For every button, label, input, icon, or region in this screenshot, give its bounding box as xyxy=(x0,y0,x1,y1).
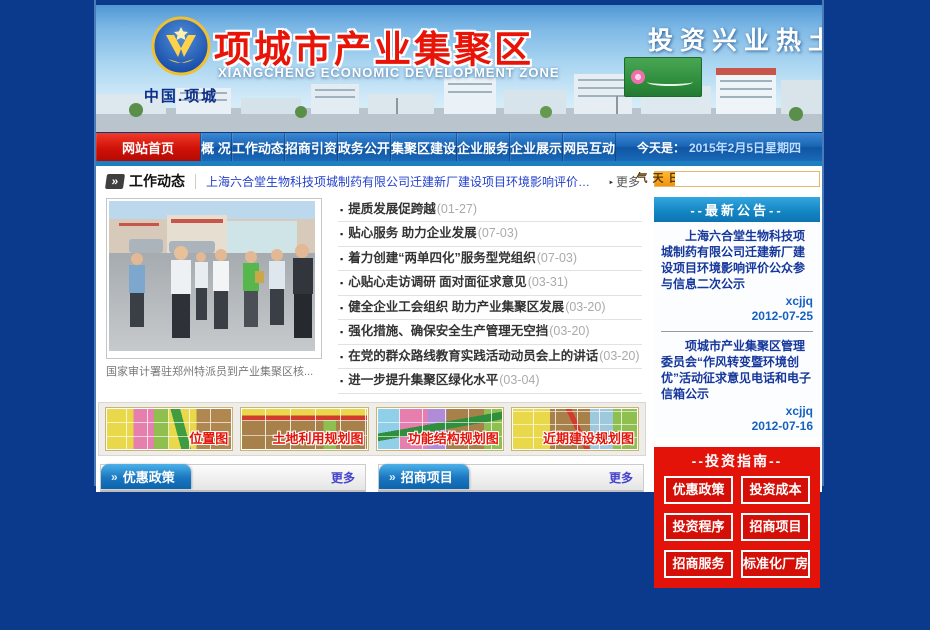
nav-item-investment[interactable]: 招商引资 xyxy=(284,133,337,161)
weather-title: 今日天气 xyxy=(655,172,675,186)
work-news-body: 国家审计署驻郑州特派员到产业集聚区核... ▪提质发展促跨越(01-27) ▪贴… xyxy=(98,192,646,394)
news-list-item[interactable]: ▪进一步提升集聚区绿化水平(03-04) xyxy=(338,369,642,394)
announcement-meta: xcjjq 2012-07-25 xyxy=(661,294,813,324)
announcement-link[interactable]: 项城市产业集聚区管理委员会“作风转变暨环境创优”活动征求意见电话和电子信箱公示 xyxy=(661,338,813,402)
news-photo-column: 国家审计署驻郑州特派员到产业集聚区核... xyxy=(106,198,328,394)
map-recent-construction[interactable]: 近期建设规划图 xyxy=(511,407,639,451)
tab-preferential-policy[interactable]: »优惠政策 xyxy=(101,464,191,489)
news-list-item[interactable]: ▪在党的群众路线教育实践活动动员会上的讲话(03-20) xyxy=(338,345,642,370)
button-investment-procedure[interactable]: 投资程序 xyxy=(664,513,733,541)
logo-caption: 中国.项城 xyxy=(116,85,246,106)
map-land-use[interactable]: 土地利用规划图 xyxy=(240,407,368,451)
news-list-item[interactable]: ▪提质发展促跨越(01-27) xyxy=(338,198,642,223)
weather-content xyxy=(675,172,819,186)
announcements-body: 上海六合堂生物科技项城制药有限公司迁建新厂建设项目环境影响评价公众参与信息二次公… xyxy=(654,222,820,438)
square-bullet-icon: ▪ xyxy=(340,229,343,239)
announcement-date: 2012-07-16 xyxy=(661,419,813,434)
announcement-author: xcjjq xyxy=(661,294,813,309)
banner-slogan: 投资兴业热土 xyxy=(648,21,822,57)
double-chevron-icon: » xyxy=(105,174,125,189)
officials-visit-photo xyxy=(109,201,315,351)
square-bullet-icon: ▪ xyxy=(340,278,343,288)
news-list-item[interactable]: ▪心贴心走访调研 面对面征求意见(03-31) xyxy=(338,271,642,296)
work-news-section-header: » 工作动态 上海六合堂生物科技项城制药有限公司迁建新厂建设项目环境影响评价公众… xyxy=(98,169,646,192)
divider xyxy=(195,174,196,189)
investment-guide-buttons: 优惠政策 投资成本 投资程序 招商项目 招商服务 标准化厂房 xyxy=(654,474,820,578)
current-date: 今天是： 2015年2月5日星期四 xyxy=(615,133,822,161)
button-standard-factory[interactable]: 标准化厂房 xyxy=(741,550,810,578)
button-investment-cost[interactable]: 投资成本 xyxy=(741,476,810,504)
news-list: ▪提质发展促跨越(01-27) ▪贴心服务 助力企业发展(07-03) ▪着力创… xyxy=(338,198,642,394)
announcement-date: 2012-07-25 xyxy=(661,309,813,324)
nav-item-overview[interactable]: 概 况 xyxy=(200,133,231,161)
divider xyxy=(661,331,813,332)
date-label: 今天是： xyxy=(637,139,685,156)
investment-projects-panel: »招商项目 更多 xyxy=(378,464,644,492)
news-list-item[interactable]: ▪着力创建“两单四化”服务型党组织(07-03) xyxy=(338,247,642,272)
lotus-flower-icon xyxy=(631,70,645,84)
news-list-item[interactable]: ▪贴心服务 助力企业发展(07-03) xyxy=(338,222,642,247)
announcement-author: xcjjq xyxy=(661,404,813,419)
news-list-item[interactable]: ▪强化措施、确保安全生产管理无空挡(03-20) xyxy=(338,320,642,345)
square-bullet-icon: ▪ xyxy=(340,352,343,362)
planning-maps-row: 位置图 土地利用规划图 功能结构规划图 近期建设规划图 xyxy=(98,402,646,456)
panel-header-bar: »招商项目 更多 xyxy=(378,464,644,492)
weather-widget: 今日天气 xyxy=(654,171,820,187)
chevron-right-icon: » xyxy=(111,470,118,484)
right-sidebar: 今日天气 --最新公告-- 上海六合堂生物科技项城制药有限公司迁建新厂建设项目环… xyxy=(654,169,820,492)
map-label: 位置图 xyxy=(189,428,228,447)
date-value: 2015年2月5日星期四 xyxy=(689,139,801,156)
bullet-arrow-icon: ‣ xyxy=(608,178,614,189)
announcements-header[interactable]: --最新公告-- xyxy=(654,197,820,222)
map-label: 近期建设规划图 xyxy=(543,428,634,447)
preferential-policy-panel: »优惠政策 更多 xyxy=(100,464,366,492)
square-bullet-icon: ▪ xyxy=(340,327,343,337)
announcement-meta: xcjjq 2012-07-16 xyxy=(661,404,813,434)
zone-logo-icon xyxy=(150,15,212,77)
news-photo[interactable] xyxy=(106,198,322,359)
square-bullet-icon: ▪ xyxy=(340,376,343,386)
bottom-panels-row: »优惠政策 更多 »招商项目 更多 xyxy=(98,464,646,492)
billboard-decoration xyxy=(647,78,693,86)
panel-header-bar: »优惠政策 更多 xyxy=(100,464,366,492)
nav-item-zone-construction[interactable]: 集聚区建设 xyxy=(390,133,456,161)
work-news-title: 工作动态 xyxy=(129,171,185,191)
investment-projects-more-link[interactable]: 更多 xyxy=(609,469,633,486)
main-navigation: 网站首页 概 况 工作动态 招商引资 政务公开 集聚区建设 企业服务 企业展示 … xyxy=(96,132,822,161)
map-label: 功能结构规划图 xyxy=(408,428,499,447)
main-content: » 工作动态 上海六合堂生物科技项城制药有限公司迁建新厂建设项目环境影响评价公众… xyxy=(96,166,822,492)
square-bullet-icon: ▪ xyxy=(340,303,343,313)
map-location[interactable]: 位置图 xyxy=(105,407,233,451)
investment-guide-panel: --投资指南-- 优惠政策 投资成本 投资程序 招商项目 招商服务 标准化厂房 xyxy=(654,447,820,588)
preferential-policy-more-link[interactable]: 更多 xyxy=(331,469,355,486)
billboard-image xyxy=(624,57,702,97)
investment-guide-header: --投资指南-- xyxy=(654,447,820,474)
site-banner: 中国.项城 项城市产业集聚区 XIANGCHENG ECONOMIC DEVEL… xyxy=(96,5,822,132)
square-bullet-icon: ▪ xyxy=(340,254,343,264)
chevron-right-icon: » xyxy=(389,470,396,484)
left-column: » 工作动态 上海六合堂生物科技项城制药有限公司迁建新厂建设项目环境影响评价公众… xyxy=(98,169,646,492)
page-container: 中国.项城 项城市产业集聚区 XIANGCHENG ECONOMIC DEVEL… xyxy=(94,0,824,486)
site-subtitle: XIANGCHENG ECONOMIC DEVELOPMENT ZONE xyxy=(218,65,560,80)
nav-item-work-news[interactable]: 工作动态 xyxy=(231,133,284,161)
news-list-item[interactable]: ▪健全企业工会组织 助力产业集聚区发展(03-20) xyxy=(338,296,642,321)
nav-item-enterprise-show[interactable]: 企业展示 xyxy=(509,133,562,161)
headline-ticker-link[interactable]: 上海六合堂生物科技项城制药有限公司迁建新厂建设项目环境影响评价公众参与信息一次公… xyxy=(206,173,598,190)
map-function-structure[interactable]: 功能结构规划图 xyxy=(376,407,504,451)
photo-caption: 国家审计署驻郑州特派员到产业集聚区核... xyxy=(106,363,328,379)
nav-item-home[interactable]: 网站首页 xyxy=(96,133,200,161)
nav-item-interaction[interactable]: 网民互动 xyxy=(562,133,615,161)
nav-item-gov-affairs[interactable]: 政务公开 xyxy=(337,133,390,161)
nav-item-enterprise-service[interactable]: 企业服务 xyxy=(456,133,509,161)
announcement-link[interactable]: 上海六合堂生物科技项城制药有限公司迁建新厂建设项目环境影响评价公众参与信息二次公… xyxy=(661,228,813,292)
button-investment-service[interactable]: 招商服务 xyxy=(664,550,733,578)
square-bullet-icon: ▪ xyxy=(340,205,343,215)
map-label: 土地利用规划图 xyxy=(272,428,363,447)
button-preferential-policy[interactable]: 优惠政策 xyxy=(664,476,733,504)
tab-investment-projects[interactable]: »招商项目 xyxy=(379,464,469,489)
announcements-panel: --最新公告-- 上海六合堂生物科技项城制药有限公司迁建新厂建设项目环境影响评价… xyxy=(654,197,820,438)
button-investment-projects[interactable]: 招商项目 xyxy=(741,513,810,541)
